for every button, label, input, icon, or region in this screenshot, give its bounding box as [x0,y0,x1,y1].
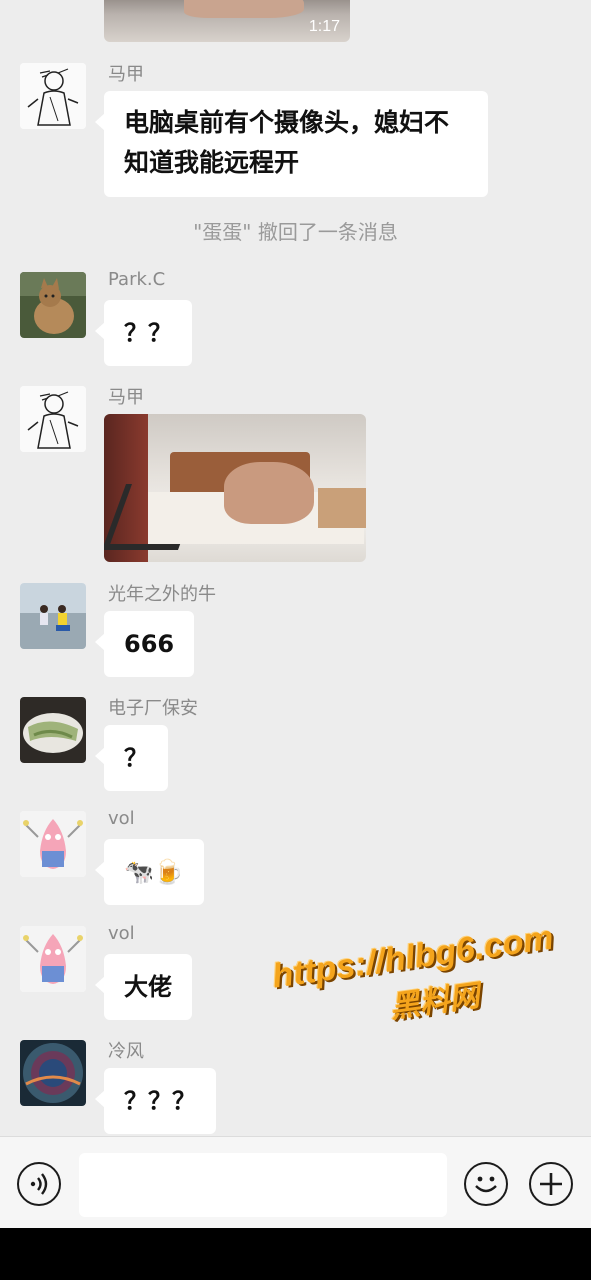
sender-name: 电子厂保安 [108,698,198,719]
avatar[interactable] [20,63,86,129]
voice-input-icon[interactable] [17,1162,61,1206]
sketch-man-avatar-icon [20,386,86,452]
sender-name: vol [108,808,135,829]
message-bubble[interactable]: 666 [94,611,195,677]
message-bubble[interactable]: ？？？ [95,1068,216,1134]
sender-name: vol [108,923,135,944]
avatar[interactable] [20,811,86,877]
video-duration: 1:17 [308,18,340,35]
avatar[interactable] [20,1040,86,1106]
sketch-man-avatar-icon [20,63,86,129]
cat-photo-avatar-icon [20,272,86,338]
message-input[interactable] [79,1153,447,1217]
sender-name: 马甲 [108,64,144,85]
emoji-icon[interactable] [464,1162,508,1206]
sender-name: 马甲 [108,387,144,408]
watermark-name: 黑料网 [387,979,482,1025]
avatar[interactable] [20,697,86,763]
image-message[interactable] [104,414,366,562]
chat-input-bar [0,1136,591,1229]
avatar[interactable] [20,926,86,992]
message-bubble[interactable]: ？？ [95,300,192,366]
watermark-url: https://hlbg6.com [270,918,556,996]
sender-name: 光年之外的牛 [108,584,216,605]
beach-photo-avatar-icon [20,583,86,649]
sky-photo-avatar-icon [20,1040,86,1106]
message-bubble[interactable]: 🐄🍺 [95,839,204,905]
food-photo-avatar-icon [20,697,86,763]
system-navigation-bar [0,1228,591,1280]
sender-name: Park.C [108,269,166,290]
avatar[interactable] [20,386,86,452]
site-watermark: https://hlbg6.com 黑料网 [270,919,562,1043]
avatar[interactable] [20,272,86,338]
message-bubble[interactable]: ？ [95,725,168,791]
video-frame-content [184,0,304,18]
add-more-icon[interactable] [529,1162,573,1206]
chat-message-list[interactable]: 1:17 马甲 电脑桌前有个摄像头，媳妇不知道我能远程开 "蛋蛋" 撤回了一条消… [0,0,591,1136]
avatar[interactable] [20,583,86,649]
recall-notice: "蛋蛋" 撤回了一条消息 [193,220,398,244]
patrick-star-avatar-icon [20,811,86,877]
sender-name: 冷风 [108,1041,144,1062]
video-message-thumbnail[interactable]: 1:17 [104,0,350,42]
patrick-star-avatar-icon [20,926,86,992]
message-bubble[interactable]: 电脑桌前有个摄像头，媳妇不知道我能远程开 [95,91,488,197]
message-bubble[interactable]: 大佬 [95,954,192,1020]
